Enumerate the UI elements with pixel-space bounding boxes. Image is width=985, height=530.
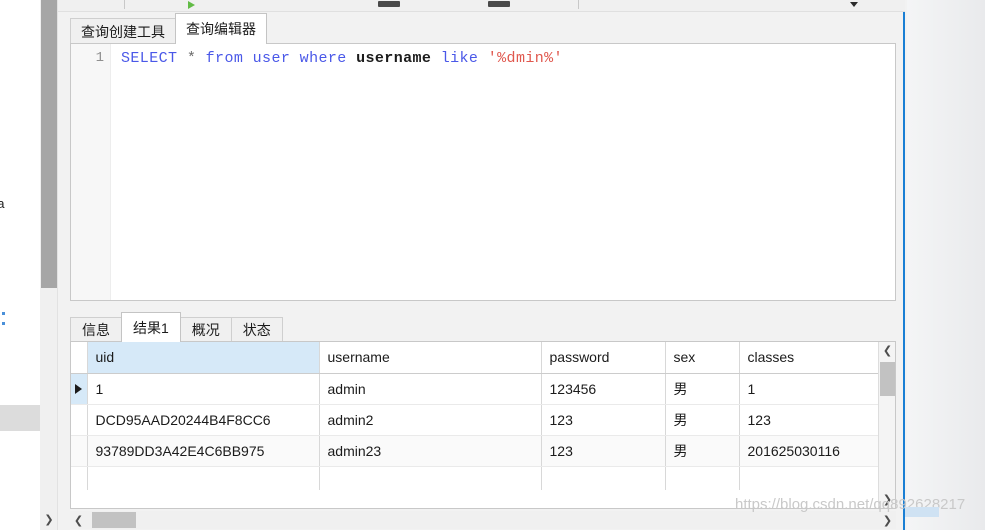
watermark-accent bbox=[905, 507, 939, 517]
grid-vscrollbar-thumb[interactable] bbox=[880, 362, 895, 396]
tab-info[interactable]: 信息 bbox=[70, 317, 122, 342]
sql-token: like bbox=[440, 50, 479, 67]
current-row-arrow-icon bbox=[75, 383, 83, 394]
tree-bullet-icon-2 bbox=[2, 322, 5, 325]
chevron-up-icon[interactable]: ❮ bbox=[879, 342, 895, 359]
cell-empty bbox=[87, 466, 320, 490]
cell-password[interactable]: 123456 bbox=[541, 373, 666, 405]
column-header-sex[interactable]: sex bbox=[665, 342, 740, 374]
cell-empty bbox=[541, 466, 666, 490]
cell-username[interactable]: admin2 bbox=[319, 404, 542, 436]
cell-uid[interactable]: 93789DD3A42E4C6BB975 bbox=[87, 435, 320, 467]
cell-sex[interactable]: 男 bbox=[665, 435, 740, 467]
grid-horizontal-scrollbar[interactable]: ❮ ❯ bbox=[70, 511, 896, 529]
sql-token: username bbox=[356, 50, 432, 67]
result-table-body: 1 admin 123456 男 1 DCD95AAD20244B4F8CC6 … bbox=[71, 373, 880, 490]
query-tab-bar: 查询创建工具 查询编辑器 bbox=[70, 12, 267, 44]
cell-classes[interactable]: 123 bbox=[739, 404, 880, 436]
query-editor-window: 查询创建工具 查询编辑器 1 SELECT * from user where … bbox=[58, 12, 905, 530]
cell-empty bbox=[739, 466, 880, 490]
column-header-password[interactable]: password bbox=[541, 342, 666, 374]
tree-selected-node[interactable] bbox=[0, 405, 40, 431]
column-header-uid[interactable]: uid bbox=[87, 342, 320, 374]
chevron-left-icon[interactable]: ❮ bbox=[70, 511, 87, 529]
cell-classes[interactable]: 201625030116 bbox=[739, 435, 880, 467]
result-table: uid username password sex classes 1 admi… bbox=[71, 342, 880, 490]
table-row[interactable]: 1 admin 123456 男 1 bbox=[71, 373, 880, 405]
result-table-head: uid username password sex classes bbox=[71, 342, 880, 374]
sql-editor[interactable]: 1 SELECT * from user where username like… bbox=[70, 43, 896, 301]
sql-token: where bbox=[299, 50, 347, 67]
tab-result-1[interactable]: 结果1 bbox=[121, 312, 181, 342]
row-marker-header bbox=[71, 342, 88, 374]
line-number: 1 bbox=[95, 50, 104, 66]
chevron-down-icon[interactable]: ❯ bbox=[879, 491, 895, 508]
cell-password[interactable]: 123 bbox=[541, 435, 666, 467]
table-row[interactable]: 93789DD3A42E4C6BB975 admin23 123 男 20162… bbox=[71, 435, 880, 467]
row-marker-cell-empty bbox=[71, 466, 88, 490]
sql-token: SELECT bbox=[121, 50, 178, 67]
table-row[interactable]: DCD95AAD20244B4F8CC6 admin2 123 男 123 bbox=[71, 404, 880, 436]
grid-vertical-scrollbar[interactable]: ❮ ❯ bbox=[878, 342, 895, 508]
chevron-down-icon[interactable]: ❯ bbox=[40, 510, 58, 528]
toolbar bbox=[58, 0, 905, 12]
column-header-classes[interactable]: classes bbox=[739, 342, 880, 374]
sql-token: * bbox=[186, 50, 197, 67]
run-query-icon[interactable] bbox=[188, 1, 195, 9]
column-header-username[interactable]: username bbox=[319, 342, 542, 374]
table-empty-row bbox=[71, 466, 880, 490]
tree-item-partial-2[interactable]: hema bbox=[0, 196, 5, 211]
chevron-down-icon[interactable] bbox=[850, 2, 858, 7]
toolbar-bar-icon-2[interactable] bbox=[488, 1, 510, 7]
chevron-right-icon[interactable]: ❯ bbox=[879, 511, 896, 529]
tree-scrollbar-thumb[interactable] bbox=[41, 0, 57, 288]
toolbar-separator-1 bbox=[124, 0, 125, 9]
cell-uid[interactable]: DCD95AAD20244B4F8CC6 bbox=[87, 404, 320, 436]
cell-sex[interactable]: 男 bbox=[665, 373, 740, 405]
tree-bullet-icon-1 bbox=[2, 312, 5, 315]
tab-query-builder[interactable]: 查询创建工具 bbox=[70, 18, 176, 44]
row-marker-cell[interactable] bbox=[71, 435, 88, 467]
sql-token: '%dmin%' bbox=[487, 50, 563, 67]
tab-query-editor[interactable]: 查询编辑器 bbox=[175, 13, 267, 44]
row-marker-cell[interactable] bbox=[71, 373, 88, 405]
tree-vertical-scrollbar[interactable]: ❯ bbox=[40, 0, 58, 530]
cell-empty bbox=[319, 466, 542, 490]
database-tree-panel[interactable]: ema hema bbox=[0, 0, 40, 530]
sql-token: user bbox=[252, 50, 291, 67]
cell-uid[interactable]: 1 bbox=[87, 373, 320, 405]
nav icat-query-window: ema hema ❯ 查询创建工具 查询编辑器 1 SELECT * from … bbox=[0, 0, 985, 530]
cell-username[interactable]: admin bbox=[319, 373, 542, 405]
sql-code-line[interactable]: SELECT * from user where username like '… bbox=[121, 50, 563, 67]
desktop-background bbox=[907, 0, 985, 530]
toolbar-bar-icon-1[interactable] bbox=[378, 1, 400, 7]
cell-password[interactable]: 123 bbox=[541, 404, 666, 436]
editor-gutter: 1 bbox=[71, 44, 111, 300]
toolbar-separator-2 bbox=[578, 0, 579, 9]
table-header-row: uid username password sex classes bbox=[71, 342, 880, 374]
cell-classes[interactable]: 1 bbox=[739, 373, 880, 405]
result-grid[interactable]: uid username password sex classes 1 admi… bbox=[70, 341, 896, 509]
cell-empty bbox=[665, 466, 740, 490]
grid-hscrollbar-thumb[interactable] bbox=[92, 512, 136, 528]
result-tab-bar: 信息 结果1 概况 状态 bbox=[70, 311, 283, 342]
tab-status[interactable]: 状态 bbox=[230, 317, 283, 342]
row-marker-cell[interactable] bbox=[71, 404, 88, 436]
cell-sex[interactable]: 男 bbox=[665, 404, 740, 436]
cell-username[interactable]: admin23 bbox=[319, 435, 542, 467]
sql-token: from bbox=[205, 50, 244, 67]
tab-profile[interactable]: 概况 bbox=[179, 317, 232, 342]
